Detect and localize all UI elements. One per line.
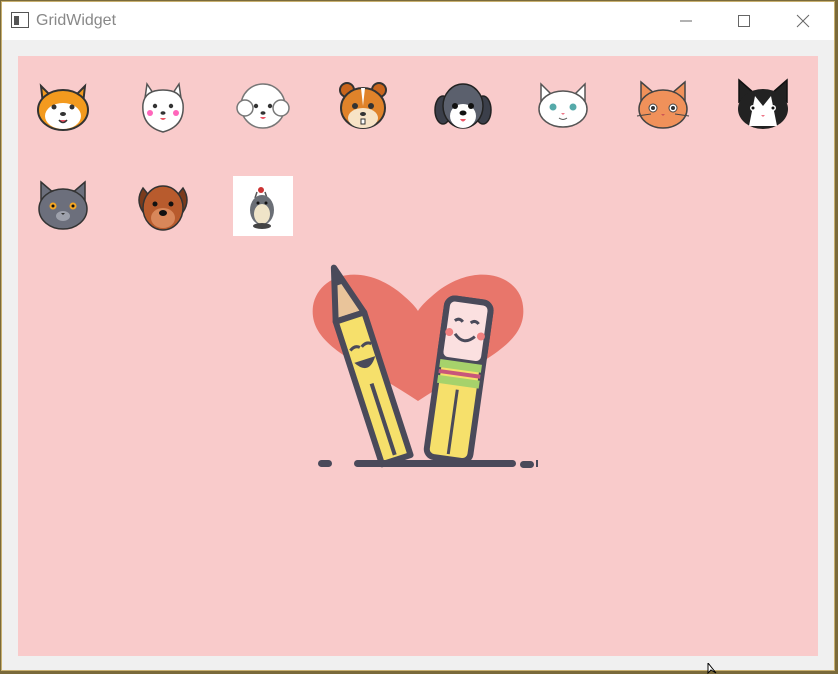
orange-cat-face-icon: [636, 80, 690, 129]
mouse-cursor-icon: [707, 663, 717, 674]
grid-item-4[interactable]: [333, 76, 393, 136]
grid-item-3[interactable]: [233, 76, 293, 136]
shih-tzu-dog-face-icon: [434, 83, 492, 129]
minimize-button[interactable]: [657, 2, 715, 40]
white-cat-face-icon: [538, 82, 588, 128]
totoro-icon: [250, 187, 274, 229]
minimize-icon: [680, 20, 692, 22]
maximize-button[interactable]: [715, 2, 773, 40]
bichon-dog-face-icon: [236, 83, 290, 129]
samoyed-dog-face-icon: [142, 81, 184, 133]
grid-canvas[interactable]: [18, 56, 818, 656]
gray-cat-face-icon: [38, 180, 88, 230]
tuxedo-cat-face-icon: [738, 78, 788, 129]
grid-item-2[interactable]: [133, 76, 193, 136]
grid-item-6[interactable]: [533, 76, 593, 136]
title-bar[interactable]: GridWidget: [2, 2, 834, 40]
grid-item-10[interactable]: [133, 176, 193, 236]
grid-item-5[interactable]: [433, 76, 493, 136]
ground-dash: [520, 461, 534, 468]
chipmunk-face-icon: [339, 82, 387, 129]
grid-item-1[interactable]: [33, 76, 93, 136]
pencils-heart-illustration: [298, 251, 538, 476]
close-icon: [796, 14, 810, 28]
app-window-icon: [11, 12, 29, 28]
grid-item-9[interactable]: [33, 176, 93, 236]
mastiff-dog-face-icon: [138, 185, 188, 231]
shiba-dog-face-icon: [37, 83, 89, 131]
ground-dash-right: [536, 460, 538, 467]
grid-item-11-selected[interactable]: [233, 176, 293, 236]
close-button[interactable]: [774, 2, 832, 40]
window-title: GridWidget: [36, 12, 117, 29]
main-window: GridWidget: [2, 2, 834, 670]
grid-item-8[interactable]: [733, 76, 793, 136]
grid-item-7[interactable]: [633, 76, 693, 136]
maximize-icon: [738, 15, 750, 27]
